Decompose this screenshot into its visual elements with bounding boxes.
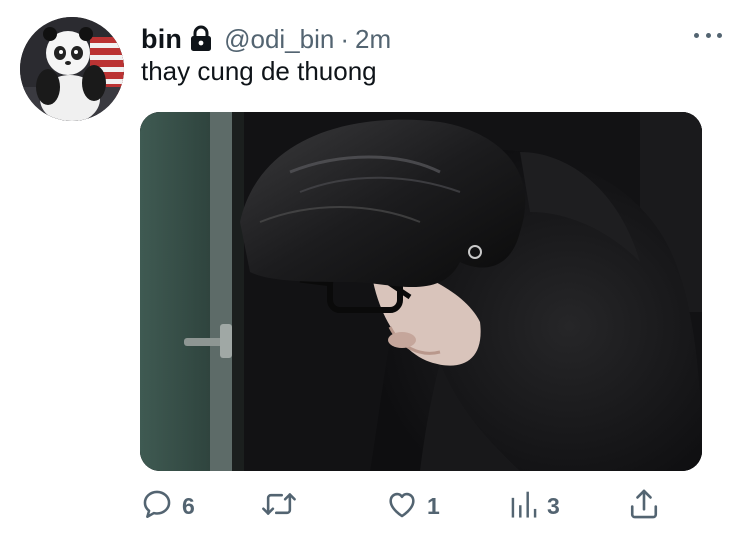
user-handle[interactable]: @odi_bin [224,24,334,55]
timestamp[interactable]: 2m [355,24,391,55]
reply-icon [140,487,174,526]
more-horizontal-icon[interactable] [694,28,722,42]
heart-icon [385,487,419,526]
retweet-icon [260,487,298,526]
retweet-button[interactable] [260,484,306,528]
tweet-actions: 6 1 3 [140,484,670,528]
analytics-icon [509,488,539,525]
views-count: 3 [547,492,560,519]
like-button[interactable]: 1 [385,484,440,528]
like-count: 1 [427,492,440,519]
display-name[interactable]: bin [141,24,182,55]
separator-dot: · [340,23,350,54]
reply-count: 6 [182,492,195,519]
share-icon [628,487,660,526]
tweet-header: bin @odi_bin · 2m [141,22,391,56]
tweet-card[interactable]: bin @odi_bin · 2m thay cung de thuong 6 … [0,0,750,537]
views-button[interactable]: 3 [509,484,560,528]
share-button[interactable] [628,484,660,528]
reply-button[interactable]: 6 [140,484,195,528]
tweet-media-photo[interactable] [140,112,702,471]
lock-icon [188,25,214,53]
tweet-text: thay cung de thuong [141,56,377,86]
avatar[interactable] [20,17,124,121]
